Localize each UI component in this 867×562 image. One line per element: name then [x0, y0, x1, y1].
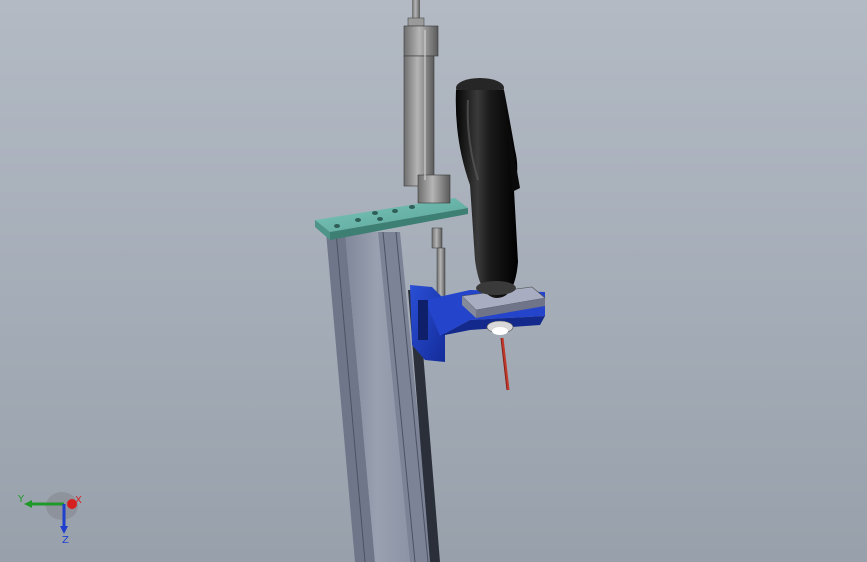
probe-tip	[486, 320, 514, 391]
y-axis-label: Y	[17, 494, 25, 505]
vertical-column[interactable]	[326, 231, 432, 562]
axis-triad: Y X Z	[14, 486, 86, 546]
handle-grip[interactable]	[455, 78, 520, 298]
linear-rod[interactable]	[403, 0, 451, 204]
z-axis-label: Z	[62, 535, 69, 546]
cad-model[interactable]	[0, 0, 867, 562]
x-axis-label: X	[75, 495, 82, 506]
y-axis-arrow-icon	[24, 500, 32, 508]
graphics-viewport[interactable]: Y X Z	[0, 0, 867, 562]
z-axis-arrow-icon	[60, 526, 68, 534]
